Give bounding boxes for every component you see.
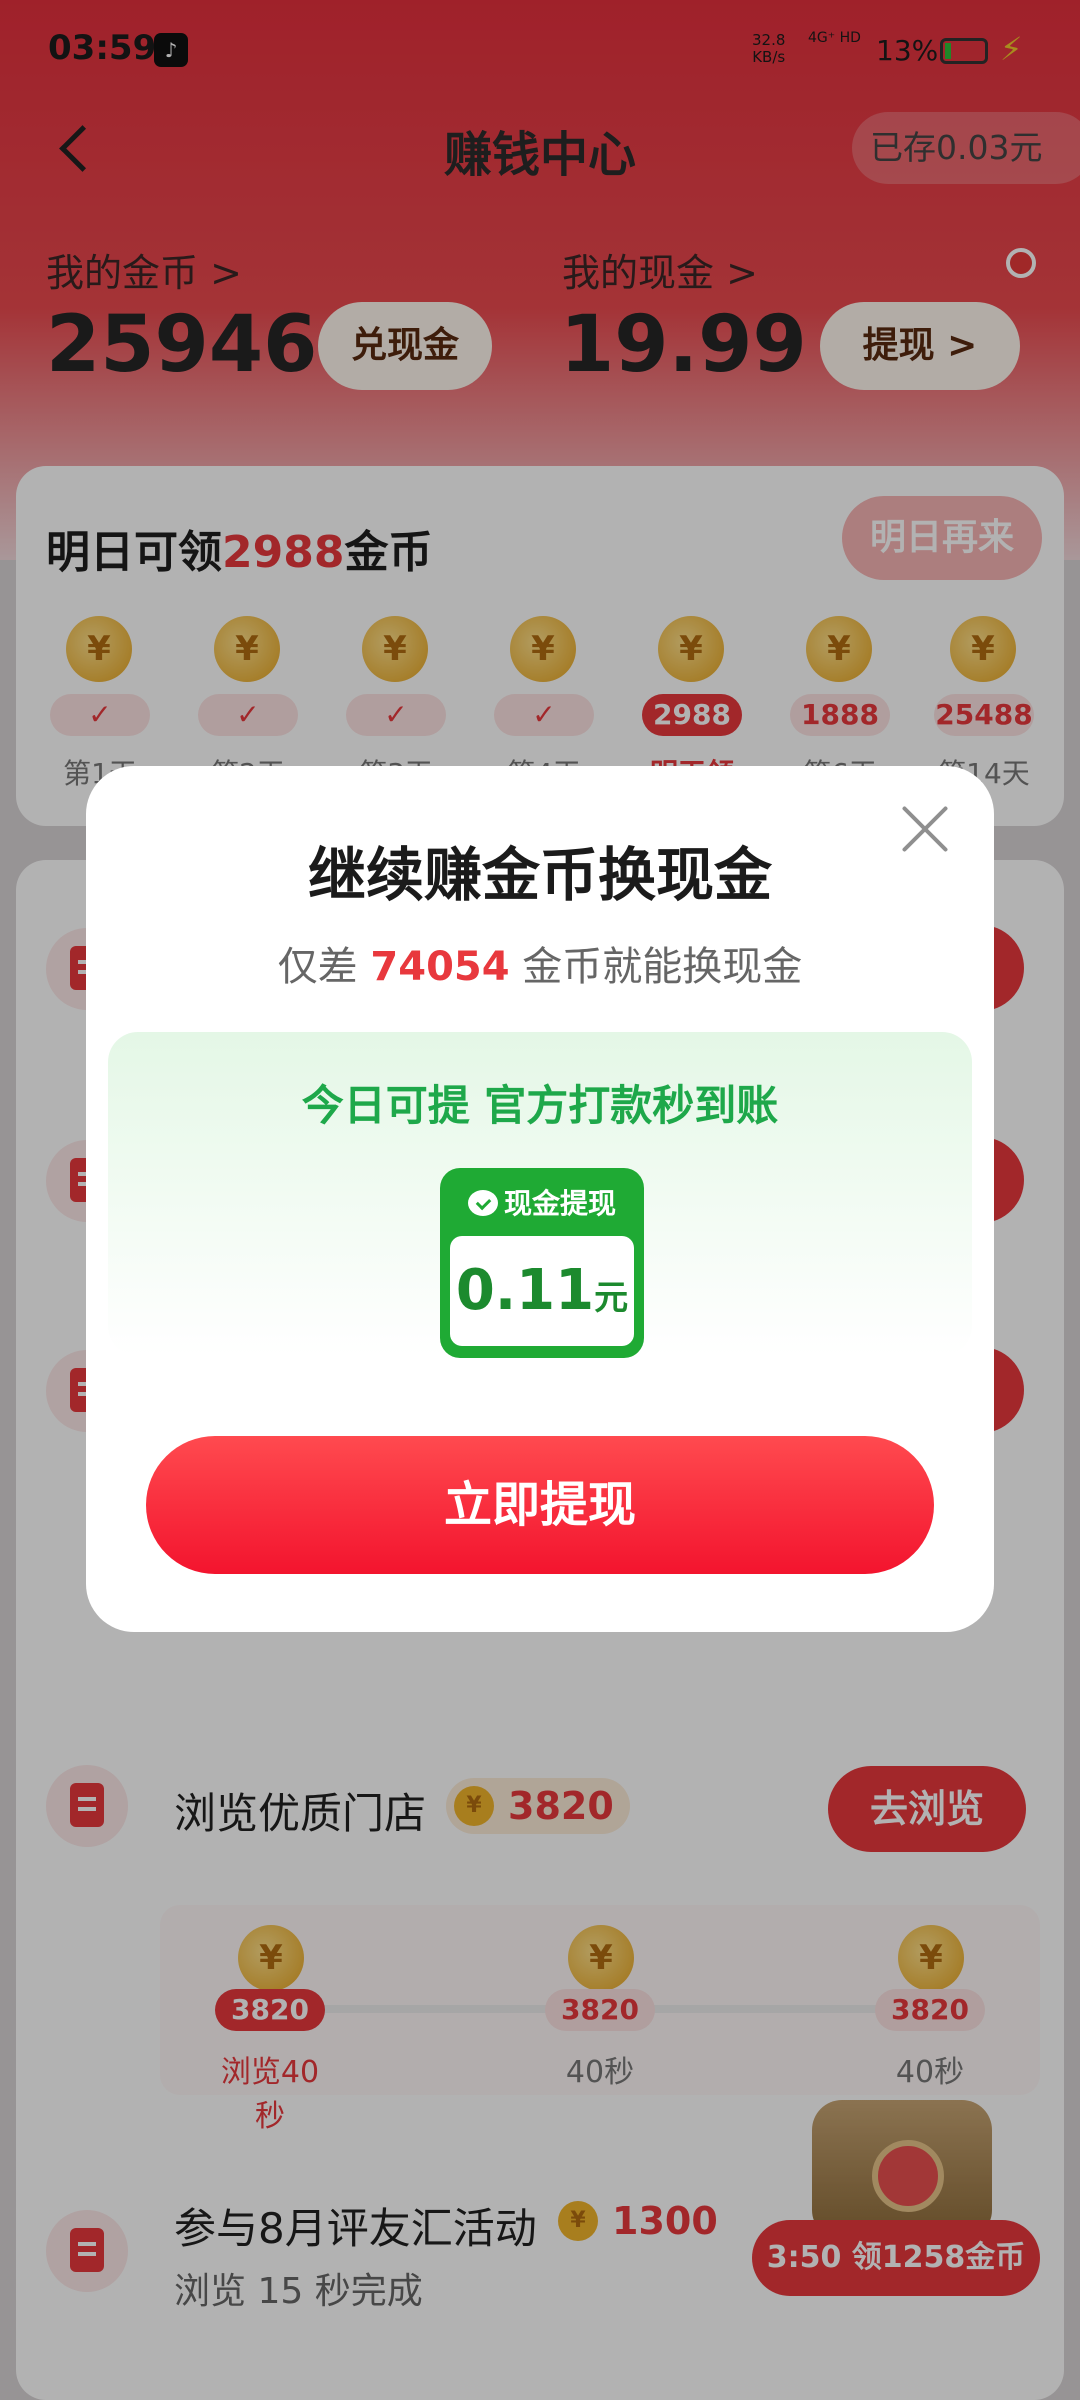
withdraw-modal: 继续赚金币换现金 仅差 74054 金币就能换现金 今日可提 官方打款秒到账 现…	[86, 766, 994, 1632]
modal-title: 继续赚金币换现金	[307, 841, 772, 909]
cash-amount: 0.11	[455, 1258, 595, 1323]
withdraw-info-panel: 今日可提 官方打款秒到账 现金提现 0.11元	[108, 1032, 972, 1358]
withdraw-now-button[interactable]: 立即提现	[146, 1436, 934, 1574]
panel-heading: 今日可提 官方打款秒到账	[301, 1081, 779, 1130]
modal-subtitle: 仅差 74054 金币就能换现金	[277, 944, 803, 990]
wechat-icon	[467, 1190, 498, 1216]
cash-withdraw-card: 现金提现 0.11元	[440, 1168, 644, 1358]
